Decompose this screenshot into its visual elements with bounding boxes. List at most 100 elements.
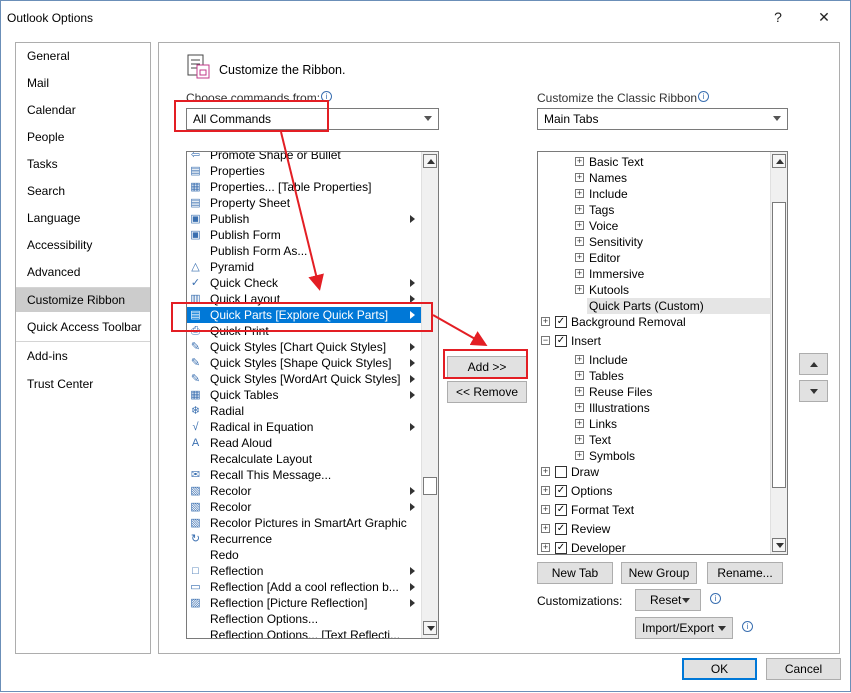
nav-item-calendar[interactable]: Calendar (16, 98, 150, 122)
command-item[interactable]: ▨ Reflection [Picture Reflection] (187, 595, 421, 611)
commands-list[interactable]: ⇦ Promote Shape or Bullet ▤ Properties ▦ Prop… (186, 151, 439, 639)
command-item[interactable]: ▤ Property Sheet (187, 195, 421, 211)
import-export-button[interactable]: Import/Export (635, 617, 733, 639)
expand-icon[interactable]: + (575, 157, 584, 166)
expand-icon[interactable]: + (575, 403, 584, 412)
scroll-down-button[interactable] (772, 538, 786, 552)
expand-icon[interactable]: + (575, 189, 584, 198)
nav-item-tasks[interactable]: Tasks (16, 152, 150, 176)
ribbon-tree-item[interactable]: + Voice (538, 218, 770, 234)
tab-checkbox[interactable]: ✓ (555, 504, 567, 516)
ribbon-tree-item[interactable]: + Reuse Files (538, 384, 770, 400)
command-item[interactable]: ▧ Recolor (187, 483, 421, 499)
expand-icon[interactable]: + (575, 451, 584, 460)
command-item[interactable]: √ Radical in Equation (187, 419, 421, 435)
nav-item-customize-ribbon[interactable]: Customize Ribbon (16, 288, 150, 312)
command-item[interactable]: ✎ Quick Styles [Chart Quick Styles] (187, 339, 421, 355)
info-icon[interactable]: i (698, 91, 710, 102)
ribbon-tree-item[interactable]: + Include (538, 352, 770, 368)
command-item[interactable]: ⇦ Promote Shape or Bullet (187, 152, 421, 163)
nav-item-search[interactable]: Search (16, 179, 150, 203)
ribbon-tree-item[interactable]: + Kutools (538, 282, 770, 298)
ribbon-tree-item[interactable]: − ✓ Insert (538, 333, 770, 349)
move-up-button[interactable] (799, 353, 828, 375)
tab-checkbox[interactable]: ✓ (555, 316, 567, 328)
nav-item-accessibility[interactable]: Accessibility (16, 233, 150, 257)
command-item[interactable]: □ Reflection (187, 563, 421, 579)
expand-icon[interactable]: + (541, 467, 550, 476)
commands-scrollbar[interactable] (421, 152, 438, 638)
ribbon-tree-item[interactable]: + Links (538, 416, 770, 432)
command-item[interactable]: ▧ Recolor (187, 499, 421, 515)
ribbon-tree-item[interactable]: + Include (538, 186, 770, 202)
expand-icon[interactable]: + (541, 486, 550, 495)
tab-checkbox[interactable]: ✓ (555, 523, 567, 535)
command-item[interactable]: ▧ Recolor Pictures in SmartArt Graphic (187, 515, 421, 531)
expand-icon[interactable]: + (575, 269, 584, 278)
expand-icon[interactable]: + (541, 543, 550, 552)
ribbon-tree-item[interactable]: + Illustrations (538, 400, 770, 416)
ribbon-tree-item[interactable]: + Text (538, 432, 770, 448)
ribbon-tree-item[interactable]: + ✓ Developer (538, 540, 770, 554)
command-item[interactable]: ▣ Publish (187, 211, 421, 227)
expand-icon[interactable]: + (541, 505, 550, 514)
expand-icon[interactable]: + (575, 173, 584, 182)
expand-icon[interactable]: + (575, 205, 584, 214)
command-item[interactable]: Redo (187, 547, 421, 563)
command-item[interactable]: ▤ Properties (187, 163, 421, 179)
ribbon-tree-item[interactable]: + Tags (538, 202, 770, 218)
nav-item-language[interactable]: Language (16, 206, 150, 230)
collapse-icon[interactable]: − (541, 336, 550, 345)
reset-button[interactable]: Reset (635, 589, 701, 611)
expand-icon[interactable]: + (541, 524, 550, 533)
scroll-thumb[interactable] (772, 202, 786, 488)
expand-icon[interactable]: + (575, 387, 584, 396)
ribbon-tree-item[interactable]: + Tables (538, 368, 770, 384)
ribbon-tree-item[interactable]: + ✓ Format Text (538, 502, 770, 518)
cancel-button[interactable]: Cancel (766, 658, 841, 680)
expand-icon[interactable]: + (575, 435, 584, 444)
command-item[interactable]: Reflection Options... [Text Reflecti... (187, 627, 421, 638)
ribbon-tree-item[interactable]: + Draw (538, 464, 770, 480)
ribbon-tree-item[interactable]: + ✓ Options (538, 483, 770, 499)
expand-icon[interactable]: + (575, 419, 584, 428)
nav-item-general[interactable]: General (16, 44, 150, 68)
ribbon-tree-scrollbar[interactable] (770, 152, 787, 554)
command-item[interactable]: ❄ Radial (187, 403, 421, 419)
new-tab-button[interactable]: New Tab (537, 562, 613, 584)
remove-button[interactable]: << Remove (447, 381, 527, 403)
ribbon-tree-item[interactable]: + Immersive (538, 266, 770, 282)
close-button[interactable]: ✕ (814, 9, 834, 26)
help-button[interactable]: ? (768, 9, 788, 25)
ok-button[interactable]: OK (682, 658, 757, 680)
scroll-up-button[interactable] (772, 154, 786, 168)
tab-checkbox[interactable] (555, 466, 567, 478)
move-down-button[interactable] (799, 380, 828, 402)
rename-button[interactable]: Rename... (707, 562, 783, 584)
expand-icon[interactable]: + (575, 237, 584, 246)
expand-icon[interactable]: + (575, 371, 584, 380)
expand-icon[interactable]: + (575, 285, 584, 294)
tab-checkbox[interactable]: ✓ (555, 335, 567, 347)
expand-icon[interactable]: + (575, 253, 584, 262)
ribbon-tree-item[interactable]: + Symbols (538, 448, 770, 464)
nav-item-trust-center[interactable]: Trust Center (16, 372, 150, 396)
new-group-button[interactable]: New Group (621, 562, 697, 584)
ribbon-tree-item[interactable]: + Editor (538, 250, 770, 266)
tab-checkbox[interactable]: ✓ (555, 542, 567, 554)
command-item[interactable]: ▦ Properties... [Table Properties] (187, 179, 421, 195)
command-item[interactable]: Recalculate Layout (187, 451, 421, 467)
expand-icon[interactable]: + (541, 317, 550, 326)
command-item[interactable]: Reflection Options... (187, 611, 421, 627)
scroll-thumb[interactable] (423, 477, 437, 495)
command-item[interactable]: ↻ Recurrence (187, 531, 421, 547)
ribbon-tree-item[interactable]: + ✓ Background Removal (538, 314, 770, 330)
ribbon-tree-item[interactable]: Quick Parts (Custom) (538, 298, 770, 314)
command-item[interactable]: ✎ Quick Styles [WordArt Quick Styles] (187, 371, 421, 387)
info-icon[interactable]: i (710, 593, 721, 604)
command-item[interactable]: △ Pyramid (187, 259, 421, 275)
command-item[interactable]: ✓ Quick Check (187, 275, 421, 291)
ribbon-tabs-combo[interactable]: Main Tabs (537, 108, 788, 130)
ribbon-tree-item[interactable]: + Sensitivity (538, 234, 770, 250)
command-item[interactable]: A Read Aloud (187, 435, 421, 451)
